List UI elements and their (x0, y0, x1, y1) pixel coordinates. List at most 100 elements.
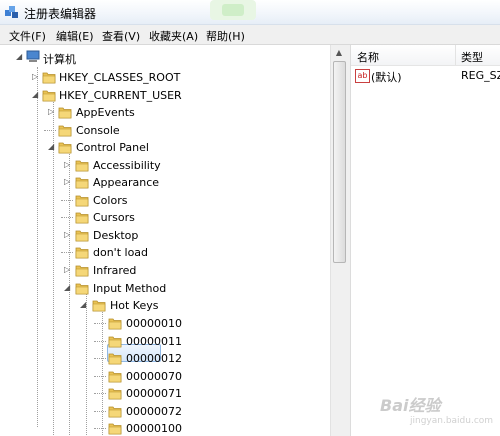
column-type-header[interactable]: 类型 (461, 49, 483, 65)
menu-view[interactable]: 查看(V) (102, 28, 140, 44)
folder-icon (108, 370, 122, 383)
tree-item-label: 00000071 (126, 387, 182, 400)
expand-arrow-icon[interactable]: ▷ (48, 108, 56, 116)
expand-arrow-icon[interactable]: ▷ (64, 161, 72, 169)
tree-item-label: 00000100 (126, 422, 182, 435)
tree-item-label: HKEY_CLASSES_ROOT (59, 71, 181, 84)
value-type: REG_SZ (461, 69, 500, 82)
tree-item[interactable]: ▷ HKEY_CLASSES_ROOT (0, 69, 320, 87)
tree-item[interactable]: ▷ Accessibility (0, 157, 320, 175)
menu-help[interactable]: 帮助(H) (206, 28, 245, 44)
collapse-arrow-icon[interactable]: ◢ (16, 53, 24, 61)
tree-item-label: 00000072 (126, 405, 182, 418)
folder-icon (42, 89, 56, 102)
folder-icon (58, 141, 72, 154)
folder-icon (58, 124, 72, 137)
folder-icon (75, 246, 89, 259)
folder-icon (75, 264, 89, 277)
tree-item[interactable]: ▷ AppEvents (0, 104, 320, 122)
tree-vertical-scrollbar[interactable]: ▲ (330, 45, 347, 436)
value-name: (默认) (371, 71, 402, 84)
column-name-header[interactable]: 名称 (357, 49, 379, 65)
menu-favorites[interactable]: 收藏夹(A) (149, 28, 198, 44)
list-row[interactable]: ab (默认) REG_SZ (351, 67, 500, 85)
expand-arrow-icon[interactable]: ▷ (32, 73, 40, 81)
collapse-arrow-icon[interactable]: ◢ (80, 301, 88, 309)
folder-icon (108, 352, 122, 365)
menu-bar: 文件(F) 编辑(E) 查看(V) 收藏夹(A) 帮助(H) (0, 25, 500, 45)
tree-item-computer[interactable]: ◢ 计算机 (0, 49, 320, 67)
tree-item-label: Control Panel (76, 141, 149, 154)
tree-item[interactable]: Cursors (0, 209, 320, 227)
tree-item[interactable]: ▷ Appearance (0, 174, 320, 192)
tree-item-label: Colors (93, 194, 128, 207)
string-value-icon: ab (355, 69, 370, 83)
values-list[interactable]: 名称 类型 ab (默认) REG_SZ (351, 45, 500, 436)
tree-item-label: Hot Keys (110, 299, 159, 312)
menu-edit[interactable]: 编辑(E) (56, 28, 94, 44)
tree-item[interactable]: don't load (0, 244, 320, 262)
title-bar: 注册表编辑器 (0, 0, 500, 25)
folder-icon (75, 176, 89, 189)
tree-item[interactable]: ▷ Desktop (0, 227, 320, 245)
tree-item-label: 00000011 (126, 335, 182, 348)
column-separator[interactable] (455, 45, 456, 65)
tree-item[interactable]: 00000072 (0, 403, 320, 421)
folder-icon (108, 387, 122, 400)
tree-item-label: 00000010 (126, 317, 182, 330)
tree-item[interactable]: ◢ Input Method (0, 280, 320, 298)
tree-item[interactable]: ◢ Control Panel (0, 139, 320, 157)
list-header: 名称 类型 (351, 45, 500, 66)
folder-icon (42, 71, 56, 84)
tree-item-label: Cursors (93, 211, 135, 224)
watermark-logo: Bai经验 (380, 396, 441, 415)
folder-icon (75, 159, 89, 172)
folder-icon (108, 335, 122, 348)
tree-item-label: Appearance (93, 176, 160, 189)
expand-arrow-icon[interactable]: ▷ (64, 231, 72, 239)
folder-icon (58, 106, 72, 119)
folder-icon (75, 194, 89, 207)
tree-item-label: Console (76, 124, 120, 137)
tree-item[interactable]: 00000071 (0, 385, 320, 403)
folder-icon (75, 229, 89, 242)
folder-icon (108, 422, 122, 435)
folder-icon (75, 211, 89, 224)
background-decoration-inner (222, 4, 244, 16)
tree-item[interactable]: ▷ Infrared (0, 262, 320, 280)
tree-item-label: don't load (93, 246, 149, 259)
registry-tree[interactable]: ◢ 计算机 ▷ HKEY_CLASSES_ROOT ◢ HKEY_CURRENT_USER… (0, 45, 346, 436)
tree-item[interactable]: 00000070 (0, 368, 320, 386)
tree-item[interactable]: 00000100 (0, 420, 320, 436)
folder-icon (92, 299, 106, 312)
tree-item[interactable]: 00000011 (0, 333, 320, 351)
tree-item-label: Input Method (93, 282, 167, 295)
folder-icon (75, 282, 89, 295)
collapse-arrow-icon[interactable]: ◢ (64, 284, 72, 292)
registry-editor-icon (5, 6, 18, 18)
expand-arrow-icon[interactable]: ▷ (64, 266, 72, 274)
menu-file[interactable]: 文件(F) (9, 28, 46, 44)
tree-item-label: AppEvents (76, 106, 135, 119)
tree-item[interactable]: 00000010 (0, 315, 320, 333)
tree-item-label: Accessibility (93, 159, 161, 172)
tree-item[interactable]: ◢ HKEY_CURRENT_USER (0, 87, 320, 105)
collapse-arrow-icon[interactable]: ◢ (32, 91, 40, 99)
tree-item[interactable]: 00000012 (0, 350, 320, 368)
expand-arrow-icon[interactable]: ▷ (64, 178, 72, 186)
collapse-arrow-icon[interactable]: ◢ (48, 143, 56, 151)
folder-icon (108, 317, 122, 330)
computer-icon (26, 50, 40, 62)
tree-item-label: Desktop (93, 229, 139, 242)
tree-item-label: HKEY_CURRENT_USER (59, 89, 182, 102)
watermark-url: jingyan.baidu.com (410, 416, 494, 426)
tree-item[interactable]: Colors (0, 192, 320, 210)
tree-item-label: 00000070 (126, 370, 182, 383)
tree-item-label: 00000012 (126, 352, 182, 365)
scroll-thumb[interactable] (333, 61, 346, 263)
tree-item[interactable]: Console (0, 122, 320, 140)
scroll-up-arrow-icon[interactable]: ▲ (331, 45, 347, 61)
tree-item-label: Infrared (93, 264, 137, 277)
tree-item-selected[interactable]: ◢ Hot Keys (0, 297, 320, 315)
tree-item-label: 计算机 (43, 53, 76, 66)
